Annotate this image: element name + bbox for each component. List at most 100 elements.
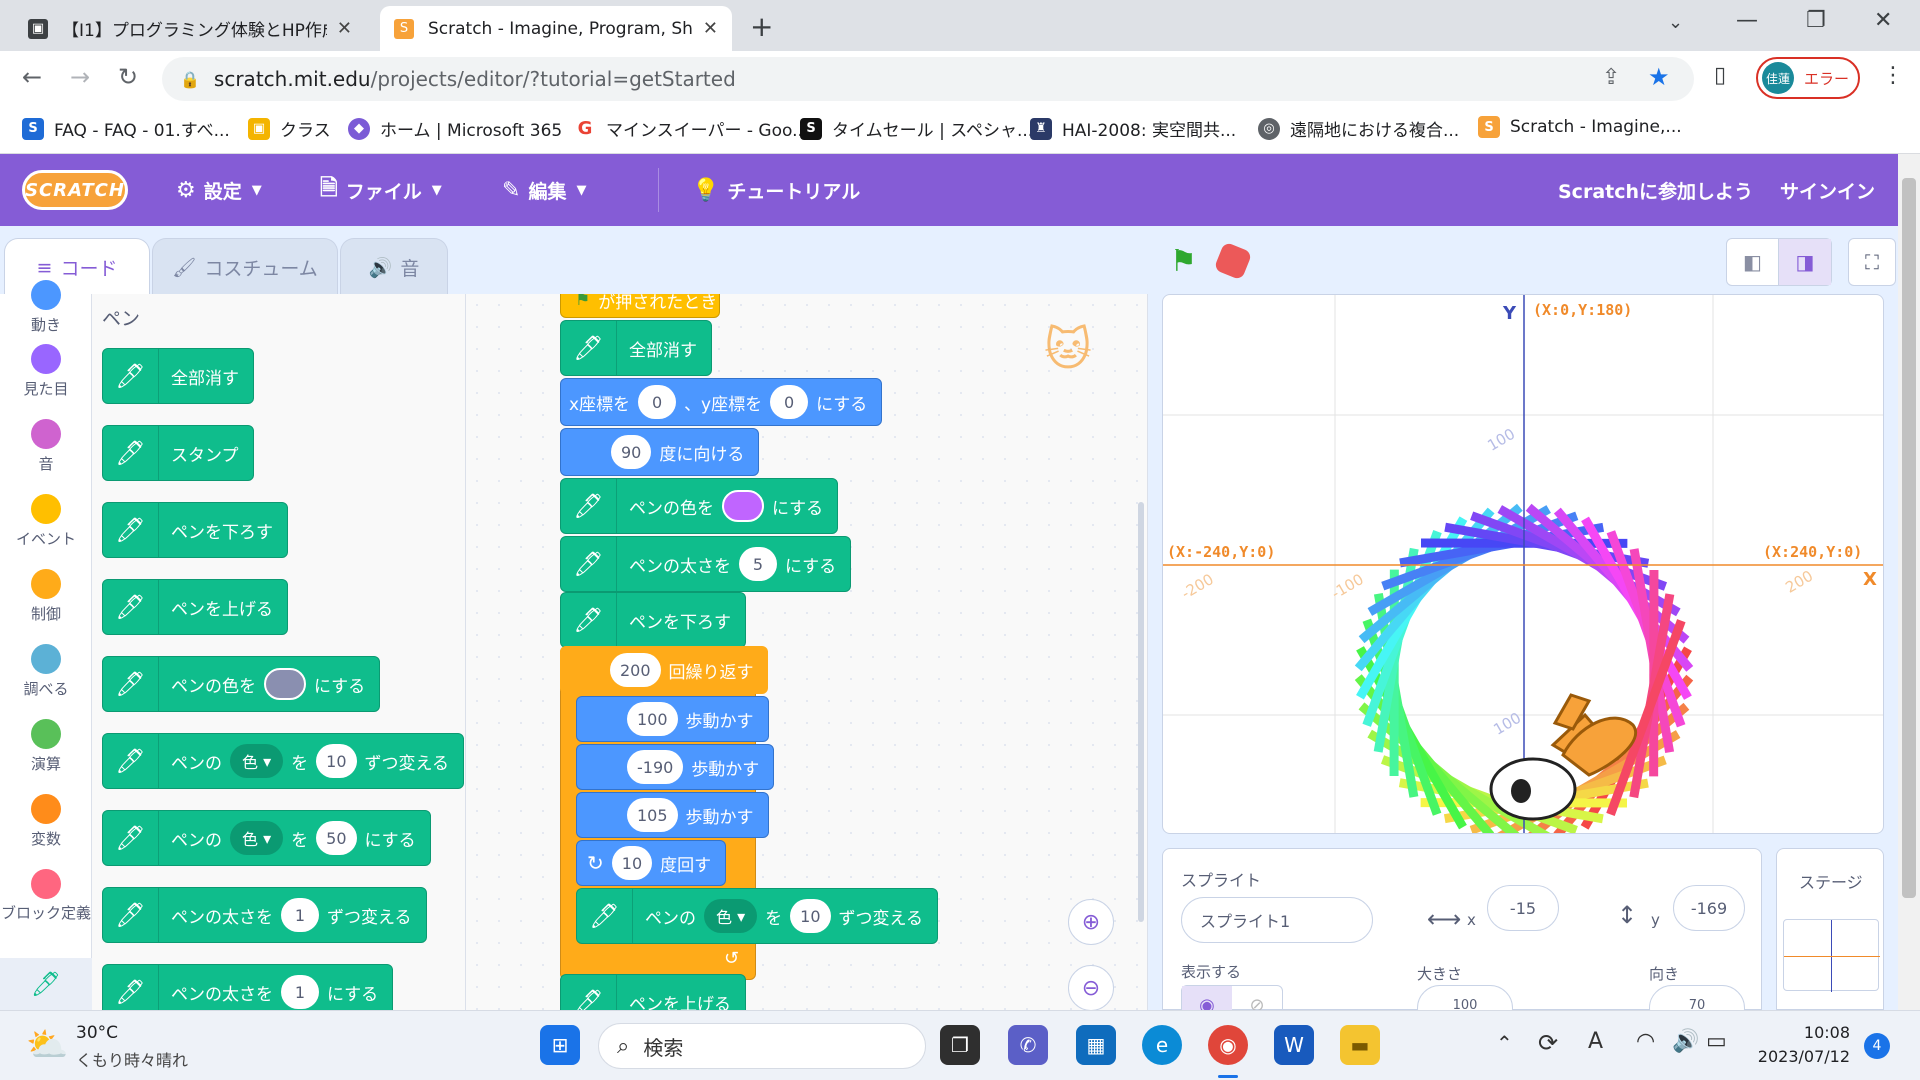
number-input[interactable]: 90 [611,435,652,469]
close-tab-icon[interactable]: ✕ [703,18,718,39]
bookmark-item[interactable]: S Scratch - Imagine,... [1478,116,1682,138]
block-pen-down[interactable]: 🖊 ペンを下ろす [102,502,288,558]
file-menu[interactable]: 🗎 ファイル ▼ [320,154,442,226]
new-tab-button[interactable]: + [750,10,773,43]
block-stamp[interactable]: 🖊 スタンプ [102,425,254,481]
stop-icon[interactable] [1213,241,1253,281]
number-input[interactable]: 0 [638,385,677,419]
category-events[interactable]: イベント [0,494,92,549]
close-tab-icon[interactable]: ✕ [337,18,352,39]
clock-date[interactable]: 2023/07/12 [1744,1047,1850,1066]
scrollbar-thumb[interactable] [1902,178,1916,898]
script-area[interactable]: ⚑ が押されたとき 🖊 全部消す x座標を 0 、y座標を 0 にする 90 度に向ける 🖊 ペ… [466,294,1148,1010]
number-input[interactable]: 50 [316,821,357,855]
fullscreen-icon[interactable]: ⛶ [1848,238,1896,286]
color-swatch[interactable] [722,490,764,522]
weather-icon[interactable]: ⛅ [26,1025,68,1065]
category-sound[interactable]: 音 [0,419,92,474]
weather-temp[interactable]: 30°C [76,1023,118,1043]
battery-icon[interactable]: ▭ [1706,1029,1727,1054]
word-icon[interactable]: W [1274,1025,1314,1065]
bookmark-item[interactable]: ▣ クラス [248,116,331,141]
category-motion[interactable]: 動き [0,280,92,335]
color-swatch[interactable] [264,668,306,700]
share-icon[interactable]: ⇪ [1602,65,1620,90]
block-pen-down[interactable]: 🖊 ペンを下ろす [560,592,746,648]
y-position-input[interactable]: -169 [1673,885,1745,931]
chrome-icon[interactable]: ◉ [1208,1025,1248,1065]
wifi-icon[interactable]: ◠ [1636,1029,1655,1054]
ime-indicator[interactable]: A [1588,1029,1603,1054]
sprite-name-input[interactable]: スプライト1 [1181,897,1373,943]
block-change-pen-param[interactable]: 🖊 ペンの色 ▾ を 10 ずつ変える [102,733,464,789]
x-position-input[interactable]: -15 [1487,885,1559,931]
chevron-up-icon[interactable]: ⌃ [1496,1031,1513,1055]
block-set-pen-color[interactable]: 🖊 ペンの色を にする [560,478,839,534]
sync-icon[interactable]: ⟳ [1538,1029,1558,1057]
block-set-pen-size[interactable]: 🖊 ペンの太さを 1 にする [102,964,394,1010]
restore-icon[interactable]: ❐ [1806,8,1826,33]
task-view-icon[interactable]: ❐ [940,1025,980,1065]
number-input[interactable]: 1 [281,975,319,1009]
block-change-pen-size[interactable]: 🖊 ペンの太さを 1 ずつ変える [102,887,427,943]
number-input[interactable]: -190 [627,750,684,784]
tab-search-icon[interactable]: ⌄ [1668,12,1683,33]
number-input[interactable]: 0 [770,385,809,419]
block-move-steps[interactable]: 100 歩動かす [576,696,769,742]
category-control[interactable]: 制御 [0,569,92,624]
notification-badge[interactable]: 4 [1864,1033,1890,1059]
side-panel-icon[interactable]: ▯ [1714,63,1726,88]
bookmark-item[interactable]: ◆ ホーム | Microsoft 365 [348,116,562,141]
taskbar-search[interactable]: ⌕ 検索 [598,1023,926,1069]
forward-icon[interactable]: → [64,63,96,91]
block-goto-xy[interactable]: x座標を 0 、y座標を 0 にする [560,378,883,426]
zoom-in-button[interactable]: ⊕ [1068,899,1114,945]
block-when-flag-clicked[interactable]: ⚑ が押されたとき [560,294,720,318]
tab-sound[interactable]: 🔊 音 [340,238,448,296]
number-input[interactable]: 5 [739,547,777,581]
file-explorer-icon[interactable]: ▬ [1340,1025,1380,1065]
close-window-icon[interactable]: ✕ [1874,8,1892,33]
block-move-steps[interactable]: 105 歩動かす [576,792,769,838]
param-dropdown[interactable]: 色 ▾ [230,744,284,778]
green-flag-icon[interactable]: ⚑ [1170,244,1197,279]
settings-menu[interactable]: ⚙ 設定 ▼ [176,154,262,226]
block-pen-up[interactable]: 🖊 ペンを上げる [102,579,288,635]
back-icon[interactable]: ← [16,63,48,91]
stage-thumbnail[interactable] [1783,919,1880,992]
bookmark-item[interactable]: ♜ HAI-2008: 実空間共... [1030,116,1236,141]
address-bar[interactable]: 🔒 scratch.mit.edu /projects/editor/?tuto… [162,57,1694,101]
number-input[interactable]: 10 [316,744,357,778]
scratch-logo[interactable]: SCRATCH [22,170,128,210]
number-input[interactable]: 10 [790,899,831,933]
number-input[interactable]: 1 [281,898,319,932]
volume-icon[interactable]: 🔊 [1672,1029,1699,1054]
join-scratch-link[interactable]: Scratchに参加しよう [1558,154,1753,226]
clock-time[interactable]: 10:08 [1760,1023,1850,1042]
category-looks[interactable]: 見た目 [0,344,92,399]
script-scrollbar[interactable] [1138,502,1144,922]
block-pen-up[interactable]: 🖊 ペンを上げる [560,974,746,1010]
category-sensing[interactable]: 調べる [0,644,92,699]
start-icon[interactable]: ⊞ [540,1025,580,1065]
profile-error-button[interactable]: 佳蓮 エラー [1756,57,1860,99]
stage-canvas[interactable]: Y X (X:0,Y:180) (X:-240,Y:0) (X:240,Y:0)… [1162,294,1884,834]
normal-stage-icon[interactable]: ◨ [1779,239,1831,285]
stage-selector-pane[interactable]: ステージ [1776,848,1884,1010]
number-input[interactable]: 100 [627,702,678,736]
number-input[interactable]: 10 [611,846,653,880]
browser-tab-active[interactable]: S Scratch - Imagine, Program, Shar ✕ [380,6,732,51]
block-turn-right[interactable]: ↻ 10 度回す [576,840,727,886]
number-input[interactable]: 105 [627,798,678,832]
category-my-blocks[interactable]: ブロック定義 [0,869,92,923]
block-set-pen-color[interactable]: 🖊 ペンの色を にする [102,656,381,712]
block-point-direction[interactable]: 90 度に向ける [560,428,760,476]
edge-icon[interactable]: e [1142,1025,1182,1065]
number-input[interactable]: 200 [610,653,661,687]
block-set-pen-size[interactable]: 🖊 ペンの太さを 5 にする [560,536,852,592]
bookmark-item[interactable]: S FAQ - FAQ - 01.すべ... [22,116,230,141]
block-clear[interactable]: 🖊 全部消す [560,320,712,376]
block-move-steps[interactable]: -190 歩動かす [576,744,775,790]
edit-menu[interactable]: ✎ 編集 ▼ [502,154,586,226]
block-set-pen-param[interactable]: 🖊 ペンの色 ▾ を 50 にする [102,810,431,866]
